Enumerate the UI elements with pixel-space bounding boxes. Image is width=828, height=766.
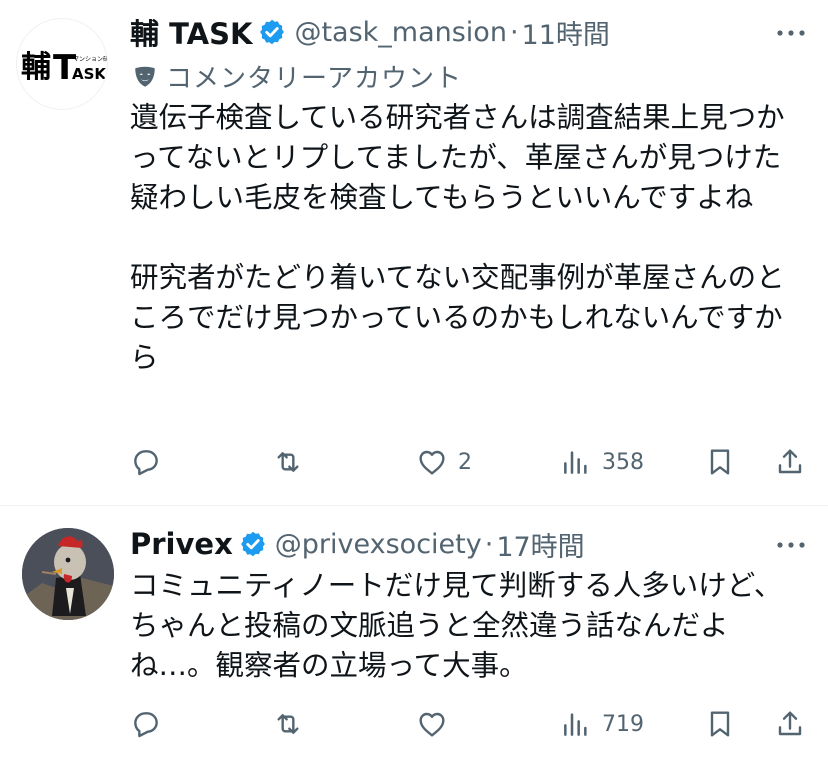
- bookmark-button[interactable]: [704, 704, 736, 744]
- handle[interactable]: @privexsociety: [275, 529, 482, 560]
- view-count: 358: [602, 449, 644, 475]
- svg-text:マンション研究: マンション研究: [73, 55, 108, 63]
- account-label: コメンタリーアカウント: [132, 58, 462, 95]
- verified-badge-icon: [260, 19, 285, 45]
- view-count: 719: [602, 711, 644, 737]
- action-bar: 2 358: [130, 442, 810, 482]
- svg-text:ASK: ASK: [72, 65, 107, 83]
- views-icon: [564, 713, 587, 736]
- repost-button[interactable]: [272, 442, 314, 482]
- post-2[interactable]: Privex @privexsociety · 17時間 コミュニティノートだけ…: [0, 506, 828, 766]
- timestamp[interactable]: 17時間: [496, 525, 584, 564]
- verified-badge-icon: [240, 531, 265, 557]
- timestamp[interactable]: 11時間: [522, 13, 610, 52]
- post-header: 輔 TASK @task_mansion · 11時間: [130, 11, 610, 53]
- avatar[interactable]: [22, 528, 114, 620]
- rooster-avatar-icon: [22, 528, 114, 620]
- repost-button[interactable]: [272, 704, 314, 744]
- bookmark-button[interactable]: [704, 442, 736, 482]
- share-button[interactable]: [774, 704, 806, 744]
- avatar[interactable]: 輔 T ASK マンション研究: [16, 18, 108, 110]
- repost-icon: [277, 452, 299, 472]
- more-icon[interactable]: [776, 28, 806, 38]
- like-icon: [419, 712, 445, 737]
- share-icon: [778, 449, 802, 474]
- label-text: コメンタリーアカウント: [166, 64, 462, 94]
- like-button[interactable]: [416, 704, 458, 744]
- display-name[interactable]: Privex: [130, 527, 233, 561]
- bookmark-icon: [710, 711, 730, 737]
- like-button[interactable]: 2: [416, 442, 472, 482]
- handle[interactable]: @task_mansion: [294, 17, 507, 48]
- repost-icon: [277, 714, 299, 734]
- mask-icon: [135, 66, 155, 87]
- share-button[interactable]: [774, 442, 806, 482]
- reply-icon: [134, 450, 158, 476]
- like-count: 2: [458, 449, 472, 475]
- more-icon[interactable]: [776, 540, 806, 550]
- post-1[interactable]: 輔 T ASK マンション研究 輔 TASK @task_mansion · 1…: [0, 0, 828, 505]
- reply-button[interactable]: [130, 704, 172, 744]
- separator: ·: [509, 16, 519, 48]
- like-icon: [419, 450, 445, 475]
- display-name[interactable]: 輔 TASK: [130, 11, 252, 53]
- svg-text:輔: 輔: [21, 50, 51, 85]
- task-logo-icon: 輔 T ASK マンション研究: [21, 48, 108, 88]
- post-text: 遺伝子検査している研究者さんは調査結果上見つかってないとリプしてましたが、革屋さ…: [130, 101, 785, 374]
- share-icon: [778, 711, 802, 736]
- post-text: コミュニティノートだけ見て判断する人多いけど、ちゃんと投稿の文脈追うと全然違う話…: [130, 569, 783, 682]
- views-icon: [564, 451, 587, 474]
- bookmark-icon: [710, 449, 730, 475]
- reply-button[interactable]: [130, 442, 172, 482]
- post-header: Privex @privexsociety · 17時間: [130, 525, 585, 564]
- separator: ·: [484, 528, 494, 560]
- reply-icon: [134, 712, 158, 738]
- views-button[interactable]: 358: [560, 442, 644, 482]
- views-button[interactable]: 719: [560, 704, 644, 744]
- action-bar: 719: [130, 704, 810, 744]
